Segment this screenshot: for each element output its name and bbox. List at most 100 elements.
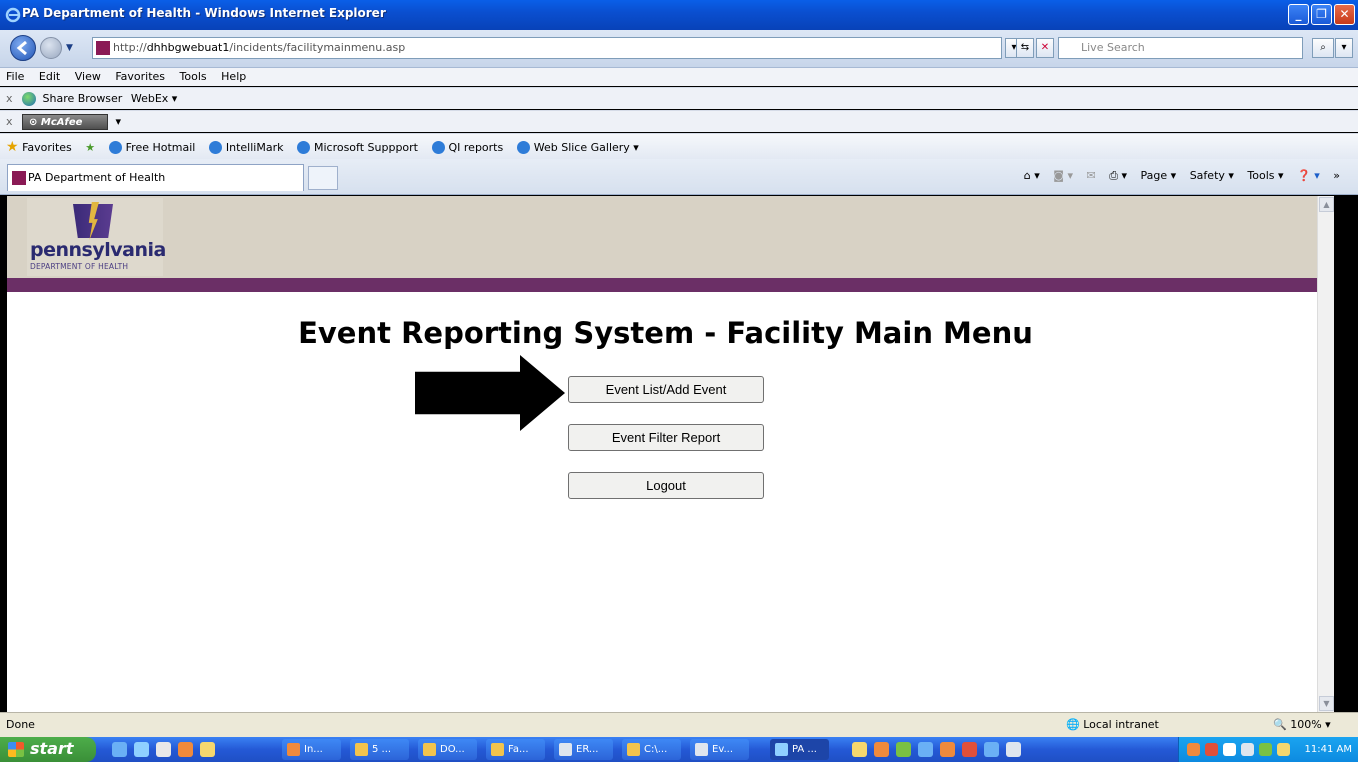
menu-edit[interactable]: Edit [39,70,60,83]
status-bar: Done 🌐 Local intranet 🔍 100% ▾ [0,712,1358,737]
favorite-link-qi-reports[interactable]: QI reports [449,141,504,154]
logout-button[interactable]: Logout [568,472,764,499]
add-favorite-icon[interactable]: ★ [85,141,95,154]
favorites-bar: ★ Favorites ★ Free Hotmail IntelliMark M… [0,133,1358,159]
clock[interactable]: 11:41 AM [1305,737,1352,762]
tray-icon[interactable] [1241,743,1254,756]
forward-button[interactable] [40,37,62,59]
quicklaunch-outlook-icon[interactable] [178,742,193,757]
stop-button[interactable]: ✕ [1036,38,1054,58]
taskbar-item[interactable]: ER... [554,739,613,760]
taskbar-item[interactable]: Fa... [486,739,545,760]
taskbar-item[interactable]: DO... [418,739,477,760]
close-toolbar-icon[interactable]: x [6,92,13,105]
event-list-add-event-button[interactable]: Event List/Add Event [568,376,764,403]
zone-label: Local intranet [1083,718,1159,731]
menu-tools[interactable]: Tools [180,70,207,83]
command-bar: ⌂ ▾ ◙ ▾ ✉ ⎙ ▾ Page ▾ Safety ▾ Tools ▾ ❓ … [1014,169,1340,183]
window-title-bar[interactable]: PA Department of Health - Windows Intern… [0,0,1358,30]
page-title: Event Reporting System - Facility Main M… [298,316,1033,350]
minimize-button[interactable]: _ [1288,4,1309,25]
favorites-star-icon: ★ [6,139,19,155]
taskbar-item[interactable]: C:\... [622,739,681,760]
tray-icon[interactable] [1277,743,1290,756]
quicklaunch-desktop-icon[interactable] [112,742,127,757]
tab-pa-department-of-health[interactable]: PA Department of Health [7,164,304,191]
scroll-up-icon[interactable]: ▲ [1319,197,1334,212]
tray-app-icon[interactable] [940,742,955,757]
page-menu[interactable]: Page ▾ [1141,169,1177,182]
webex-dropdown[interactable]: WebEx ▾ [131,92,177,105]
start-label: start [30,739,74,758]
favorite-link-hotmail[interactable]: Free Hotmail [126,141,196,154]
help-icon[interactable]: ❓ ▾ [1297,169,1320,182]
quicklaunch-mail-icon[interactable] [200,742,215,757]
tray-app-icon[interactable] [852,742,867,757]
tray-app-icon[interactable] [874,742,889,757]
scroll-down-icon[interactable]: ▼ [1319,696,1334,711]
task-label: PA ... [792,744,817,755]
menu-view[interactable]: View [75,70,101,83]
tray-app-icon[interactable] [918,742,933,757]
taskbar-item[interactable]: 5 ... [350,739,409,760]
task-app-icon [423,743,436,756]
favorite-link-microsoft-support[interactable]: Microsoft Suppport [314,141,418,154]
favorite-link-web-slice-gallery[interactable]: Web Slice Gallery ▾ [534,141,639,154]
tray-app-icon[interactable] [984,742,999,757]
tray-app-icon[interactable] [962,742,977,757]
print-icon[interactable]: ⎙ ▾ [1109,169,1127,182]
tray-icon[interactable] [1223,743,1236,756]
start-button[interactable]: start [0,737,96,762]
menu-file[interactable]: File [6,70,24,83]
tray-icon[interactable] [1205,743,1218,756]
task-app-icon [287,743,300,756]
toolbar-overflow-icon[interactable]: » [1333,169,1340,182]
mcafee-dropdown-icon[interactable]: ▾ [116,115,122,128]
page-header: pennsylvania DEPARTMENT OF HEALTH [7,196,1324,278]
vertical-scrollbar[interactable]: ▲ ▼ [1317,196,1334,712]
tray-icon[interactable] [1187,743,1200,756]
zoom-control[interactable]: 🔍 100% ▾ [1273,713,1331,737]
favorite-link-intellimark[interactable]: IntelliMark [226,141,284,154]
back-arrow-icon [16,40,27,56]
tray-app-icon[interactable] [896,742,911,757]
search-button[interactable]: ⌕ [1312,38,1334,58]
event-filter-report-button[interactable]: Event Filter Report [568,424,764,451]
share-browser-button[interactable]: Share Browser [43,92,123,105]
pa-health-logo: pennsylvania DEPARTMENT OF HEALTH [27,198,166,276]
taskbar-item-active[interactable]: PA ... [770,739,829,760]
address-input[interactable]: http://dhhbgwebuat1/incidents/facilityma… [92,37,1002,59]
search-options-button[interactable]: ▾ [1335,38,1353,58]
close-toolbar-icon[interactable]: x [6,115,13,128]
mail-icon[interactable]: ✉ [1087,169,1096,182]
refresh-button[interactable]: ⇆ [1016,38,1034,58]
site-favicon-icon [96,41,110,55]
home-icon[interactable]: ⌂ ▾ [1024,169,1040,182]
mcafee-button[interactable]: ⊙ McAfee [22,114,109,130]
taskbar-item[interactable]: In... [282,739,341,760]
url-prefix: http:// [113,41,147,54]
tools-menu[interactable]: Tools ▾ [1247,169,1283,182]
menu-help[interactable]: Help [221,70,246,83]
url-path: /incidents/facilitymainmenu.asp [229,41,406,54]
search-input[interactable]: Live Search [1058,37,1303,59]
maximize-button[interactable]: ❐ [1311,4,1332,25]
taskbar-item[interactable]: Ev... [690,739,749,760]
taskbar: start In... 5 ... DO... Fa... ER... C:\.… [0,737,1358,762]
close-button[interactable]: ✕ [1334,4,1355,25]
menu-favorites[interactable]: Favorites [115,70,165,83]
feeds-icon[interactable]: ◙ ▾ [1053,169,1073,182]
favorites-button[interactable]: Favorites [22,141,72,154]
tray-app-icon[interactable] [1006,742,1021,757]
back-button[interactable] [10,35,36,61]
new-tab-button[interactable] [308,166,338,190]
quicklaunch-ie-icon[interactable] [134,742,149,757]
logo-department: DEPARTMENT OF HEALTH [30,262,129,271]
recent-pages-dropdown-icon[interactable]: ▼ [66,43,73,53]
task-app-icon [627,743,640,756]
tray-icon[interactable] [1259,743,1272,756]
safety-menu[interactable]: Safety ▾ [1190,169,1234,182]
quicklaunch-media-icon[interactable] [156,742,171,757]
task-app-icon [775,743,788,756]
window-title: PA Department of Health - Windows Intern… [22,6,386,20]
